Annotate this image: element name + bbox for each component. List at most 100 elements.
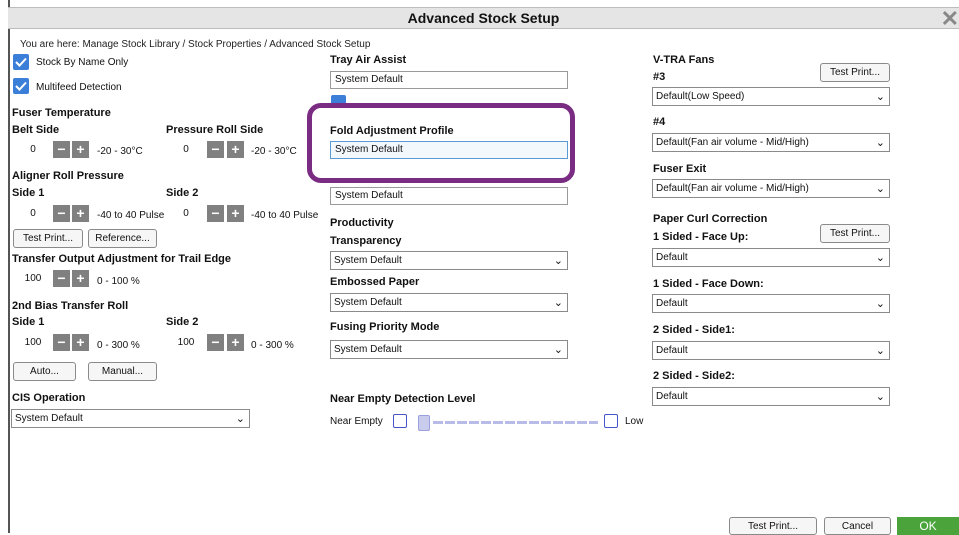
embossed-paper-select[interactable]: System Default ⌄: [330, 293, 568, 312]
aligner-side1-label: Side 1: [12, 187, 45, 199]
two-sided-side1-label: 2 Sided - Side1:: [653, 324, 735, 336]
aligner-side1-minus-button[interactable]: −: [53, 205, 70, 222]
transfer-output-value[interactable]: 100: [13, 270, 53, 288]
productivity-heading: Productivity: [330, 217, 394, 229]
transparency-label: Transparency: [330, 235, 402, 247]
tray-air-assist-heading: Tray Air Assist: [330, 54, 407, 66]
belt-side-label: Belt Side: [12, 124, 60, 136]
bias-side1-label: Side 1: [12, 316, 45, 328]
reference-button[interactable]: Reference...: [88, 229, 157, 248]
aligner-side1-value[interactable]: 0: [13, 205, 53, 223]
two-sided-side2-label: 2 Sided - Side2:: [653, 370, 735, 382]
stock-by-name-checkbox[interactable]: [13, 54, 29, 70]
aligner-test-print-button[interactable]: Test Print...: [13, 229, 83, 248]
two-sided-side1-select[interactable]: Default ⌄: [652, 341, 890, 360]
bias-side2-plus-button[interactable]: +: [227, 334, 244, 351]
bias-side2-range: 0 - 300 %: [251, 340, 294, 351]
fuser-exit-value: Default(Fan air volume - Mid/High): [656, 183, 809, 194]
fan-test-print-button[interactable]: Test Print...: [820, 63, 890, 82]
chevron-down-icon: ⌄: [875, 345, 885, 357]
aligner-side2-label: Side 2: [166, 187, 199, 199]
belt-side-minus-button[interactable]: −: [53, 141, 70, 158]
chevron-down-icon: ⌄: [235, 413, 245, 425]
auto-button[interactable]: Auto...: [13, 362, 76, 381]
embossed-paper-label: Embossed Paper: [330, 276, 420, 288]
fan3-label: #3: [653, 71, 666, 83]
aligner-side2-plus-button[interactable]: +: [227, 205, 244, 222]
transfer-output-heading: Transfer Output Adjustment for Trail Edg…: [12, 253, 232, 265]
pressure-roll-side-label: Pressure Roll Side: [166, 124, 264, 136]
two-sided-side2-select[interactable]: Default ⌄: [652, 387, 890, 406]
chevron-down-icon: ⌄: [875, 252, 885, 264]
chevron-down-icon: ⌄: [875, 298, 885, 310]
cis-operation-select[interactable]: System Default ⌄: [11, 409, 250, 428]
fan3-select[interactable]: Default(Low Speed) ⌄: [652, 87, 890, 106]
tray-air-assist-field[interactable]: System Default: [330, 71, 568, 89]
transparency-value: System Default: [334, 255, 402, 266]
pressure-roll-value[interactable]: 0: [166, 141, 206, 159]
aligner-roll-field[interactable]: System Default: [330, 187, 568, 205]
cancel-button[interactable]: Cancel: [824, 517, 891, 535]
fan4-label: #4: [653, 116, 666, 128]
fusing-priority-mode-label: Fusing Priority Mode: [330, 321, 440, 333]
paper-curl-correction-heading: Paper Curl Correction: [653, 213, 768, 225]
low-label: Low: [625, 416, 644, 427]
breadcrumb: You are here: Manage Stock Library / Sto…: [20, 39, 371, 50]
fan4-value: Default(Fan air volume - Mid/High): [656, 137, 809, 148]
multifeed-detection-checkbox[interactable]: [13, 78, 29, 94]
fuser-exit-select[interactable]: Default(Fan air volume - Mid/High) ⌄: [652, 179, 890, 198]
ok-button[interactable]: OK: [897, 517, 959, 535]
chevron-down-icon: ⌄: [875, 183, 885, 195]
near-empty-label: Near Empty: [330, 416, 383, 427]
manual-button[interactable]: Manual...: [88, 362, 157, 381]
fusing-priority-mode-select[interactable]: System Default ⌄: [330, 340, 568, 359]
one-sided-face-down-label: 1 Sided - Face Down:: [653, 278, 764, 290]
transparency-select[interactable]: System Default ⌄: [330, 251, 568, 270]
cis-operation-heading: CIS Operation: [12, 392, 86, 404]
near-empty-slider-track[interactable]: [433, 421, 598, 424]
one-sided-face-down-value: Default: [656, 298, 688, 309]
pressure-roll-range: -20 - 30°C: [251, 146, 297, 157]
aligner-side1-range: -40 to 40 Pulse: [97, 210, 165, 221]
pressure-roll-plus-button[interactable]: +: [227, 141, 244, 158]
fan4-select[interactable]: Default(Fan air volume - Mid/High) ⌄: [652, 133, 890, 152]
tray-empty-icon: [393, 414, 407, 428]
aligner-side2-value[interactable]: 0: [166, 205, 206, 223]
stock-by-name-label: Stock By Name Only: [36, 57, 129, 68]
aligner-side1-plus-button[interactable]: +: [72, 205, 89, 222]
cis-operation-value: System Default: [15, 413, 83, 424]
aligner-side2-range: -40 to 40 Pulse: [251, 210, 319, 221]
chevron-down-icon: ⌄: [875, 137, 885, 149]
bias-side1-plus-button[interactable]: +: [72, 334, 89, 351]
bias-transfer-roll-heading: 2nd Bias Transfer Roll: [12, 300, 129, 312]
chevron-down-icon: ⌄: [875, 391, 885, 403]
bias-side2-label: Side 2: [166, 316, 199, 328]
two-sided-side1-value: Default: [656, 345, 688, 356]
bias-side1-minus-button[interactable]: −: [53, 334, 70, 351]
curl-test-print-button[interactable]: Test Print...: [820, 224, 890, 243]
chevron-down-icon: ⌄: [875, 91, 885, 103]
one-sided-face-down-select[interactable]: Default ⌄: [652, 294, 890, 313]
tray-low-icon: [604, 414, 618, 428]
pressure-roll-minus-button[interactable]: −: [207, 141, 224, 158]
vtra-fans-heading: V-TRA Fans: [653, 54, 715, 66]
belt-side-range: -20 - 30°C: [97, 146, 143, 157]
fusing-priority-value: System Default: [334, 344, 402, 355]
window-title: Advanced Stock Setup: [407, 10, 560, 26]
two-sided-side2-value: Default: [656, 391, 688, 402]
embossed-paper-value: System Default: [334, 297, 402, 308]
bias-side1-value[interactable]: 100: [13, 334, 53, 352]
checkmark-icon: [15, 81, 27, 91]
belt-side-plus-button[interactable]: +: [72, 141, 89, 158]
transfer-minus-button[interactable]: −: [53, 270, 70, 287]
belt-side-value[interactable]: 0: [13, 141, 53, 159]
bias-side2-minus-button[interactable]: −: [207, 334, 224, 351]
transfer-plus-button[interactable]: +: [72, 270, 89, 287]
aligner-side2-minus-button[interactable]: −: [207, 205, 224, 222]
fuser-exit-label: Fuser Exit: [653, 163, 707, 175]
near-empty-slider-thumb[interactable]: [418, 415, 430, 431]
bias-side2-value[interactable]: 100: [166, 334, 206, 352]
one-sided-face-up-select[interactable]: Default ⌄: [652, 248, 890, 267]
footer-test-print-button[interactable]: Test Print...: [729, 517, 817, 535]
close-icon[interactable]: ✕: [941, 8, 959, 30]
